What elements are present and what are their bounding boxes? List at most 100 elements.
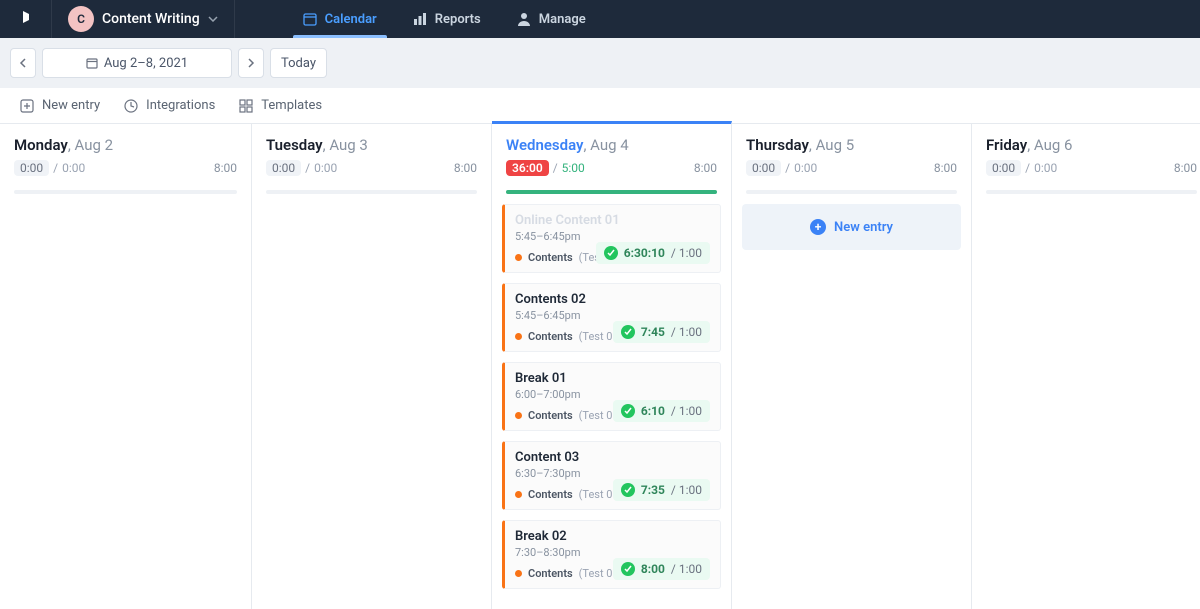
entry-badge: 6:10 / 1:00: [613, 400, 710, 422]
arrow-right-icon: [247, 58, 255, 68]
day-header: Friday, Aug 6 0:00 / 0:00 8:00: [972, 124, 1200, 182]
actual-time: 0:00: [1034, 161, 1057, 175]
reports-icon: [413, 13, 427, 25]
entry-badge: 8:00 / 1:00: [613, 558, 710, 580]
day-body: [972, 194, 1200, 214]
templates-label: Templates: [261, 98, 322, 113]
project-avatar: C: [68, 6, 94, 32]
progress-bar: [506, 190, 717, 194]
day-summary: 0:00 / 0:00 8:00: [266, 160, 477, 176]
entry-project: Contents: [528, 488, 573, 501]
planned-time: 8:00: [694, 161, 717, 175]
entry-plan: / 1:00: [671, 246, 702, 260]
entry-title: Online Content 01: [515, 213, 710, 228]
day-body: [0, 194, 251, 214]
plus-circle-icon: +: [810, 219, 826, 235]
day-name: Friday, Aug 6: [986, 136, 1197, 154]
plus-box-icon: [20, 99, 34, 113]
new-entry-card-label: New entry: [834, 220, 893, 235]
calendar-icon: [86, 57, 98, 69]
new-entry-card[interactable]: + New entry: [742, 204, 961, 250]
entry-elapsed: 7:35: [641, 483, 665, 497]
project-color-dot: [515, 412, 522, 419]
progress-bar: [986, 190, 1197, 194]
day-column: Monday, Aug 2 0:00 / 0:00 8:00: [0, 124, 252, 609]
planned-time: 8:00: [214, 161, 237, 175]
tab-calendar[interactable]: Calendar: [285, 0, 395, 38]
entry-elapsed: 6:30:10: [624, 246, 665, 260]
today-label: Today: [281, 56, 316, 71]
day-summary: 0:00 / 0:00 8:00: [14, 160, 237, 176]
day-column: Tuesday, Aug 3 0:00 / 0:00 8:00: [252, 124, 492, 609]
tracked-pill: 36:00: [506, 160, 549, 176]
day-name: Wednesday, Aug 4: [506, 136, 717, 154]
entry-plan: / 1:00: [671, 562, 702, 576]
entry-card[interactable]: Break 02 7:30–8:30pm Contents (Test 01) …: [502, 520, 721, 589]
day-name: Tuesday, Aug 3: [266, 136, 477, 154]
integrations-button[interactable]: Integrations: [124, 98, 215, 113]
entry-plan: / 1:00: [671, 325, 702, 339]
progress-bar: [746, 190, 957, 194]
actual-time: 0:00: [794, 161, 817, 175]
actual-time: 5:00: [562, 161, 585, 175]
date-range-label: Aug 2–8, 2021: [104, 56, 188, 71]
day-body: Online Content 01 5:45–6:45pm Contents (…: [492, 194, 731, 609]
check-circle-icon: [621, 325, 635, 339]
day-header: Tuesday, Aug 3 0:00 / 0:00 8:00: [252, 124, 491, 182]
day-column: Friday, Aug 6 0:00 / 0:00 8:00: [972, 124, 1200, 609]
calendar-icon: [303, 12, 317, 26]
templates-button[interactable]: Templates: [239, 98, 322, 113]
tracked-pill: 0:00: [986, 160, 1021, 176]
templates-icon: [239, 99, 253, 113]
day-summary: 0:00 / 0:00 8:00: [746, 160, 957, 176]
entry-badge: 6:30:10 / 1:00: [596, 242, 710, 264]
entry-plan: / 1:00: [671, 483, 702, 497]
check-circle-icon: [604, 246, 618, 260]
date-bar: Aug 2–8, 2021 Today: [0, 38, 1200, 88]
entry-plan: / 1:00: [671, 404, 702, 418]
day-column: Wednesday, Aug 4 36:00 / 5:00 8:00 Onlin…: [492, 121, 732, 609]
project-color-dot: [515, 570, 522, 577]
toolbar: New entry Integrations Templates: [0, 88, 1200, 124]
project-name: Content Writing: [102, 11, 200, 27]
entry-card[interactable]: Content 03 6:30–7:30pm Contents (Test 01…: [502, 441, 721, 510]
entry-card[interactable]: Break 01 6:00–7:00pm Contents (Test 01) …: [502, 362, 721, 431]
main-tabs: Calendar Reports Manage: [285, 0, 604, 38]
tracked-pill: 0:00: [14, 160, 49, 176]
entry-title: Break 01: [515, 371, 710, 386]
entry-project: Contents: [528, 409, 573, 422]
today-button[interactable]: Today: [270, 48, 327, 78]
actual-time: 0:00: [314, 161, 337, 175]
progress-bar: [266, 190, 477, 194]
day-name: Thursday, Aug 5: [746, 136, 957, 154]
entry-elapsed: 8:00: [641, 562, 665, 576]
planned-time: 8:00: [454, 161, 477, 175]
day-body: [252, 194, 491, 214]
check-circle-icon: [621, 404, 635, 418]
arrow-left-icon: [19, 58, 27, 68]
week-grid: Monday, Aug 2 0:00 / 0:00 8:00 Tuesday, …: [0, 124, 1200, 609]
tab-manage[interactable]: Manage: [499, 0, 604, 38]
check-circle-icon: [621, 562, 635, 576]
entry-card[interactable]: Contents 02 5:45–6:45pm Contents (Test 0…: [502, 283, 721, 352]
entry-badge: 7:35 / 1:00: [613, 479, 710, 501]
date-range-button[interactable]: Aug 2–8, 2021: [42, 48, 232, 78]
tab-calendar-label: Calendar: [325, 12, 377, 27]
next-week-button[interactable]: [238, 48, 264, 78]
entry-elapsed: 6:10: [641, 404, 665, 418]
day-header: Monday, Aug 2 0:00 / 0:00 8:00: [0, 124, 251, 182]
tab-reports[interactable]: Reports: [395, 0, 499, 38]
project-switcher[interactable]: C Content Writing: [52, 0, 235, 38]
check-circle-icon: [621, 483, 635, 497]
prev-week-button[interactable]: [10, 48, 36, 78]
person-icon: [517, 12, 531, 26]
planned-time: 8:00: [934, 161, 957, 175]
entry-title: Content 03: [515, 450, 710, 465]
project-color-dot: [515, 254, 522, 261]
day-name: Monday, Aug 2: [14, 136, 237, 154]
app-logo[interactable]: [0, 0, 52, 38]
tracked-pill: 0:00: [746, 160, 781, 176]
entry-card[interactable]: Online Content 01 5:45–6:45pm Contents (…: [502, 204, 721, 273]
new-entry-button[interactable]: New entry: [20, 98, 100, 113]
actual-time: 0:00: [62, 161, 85, 175]
